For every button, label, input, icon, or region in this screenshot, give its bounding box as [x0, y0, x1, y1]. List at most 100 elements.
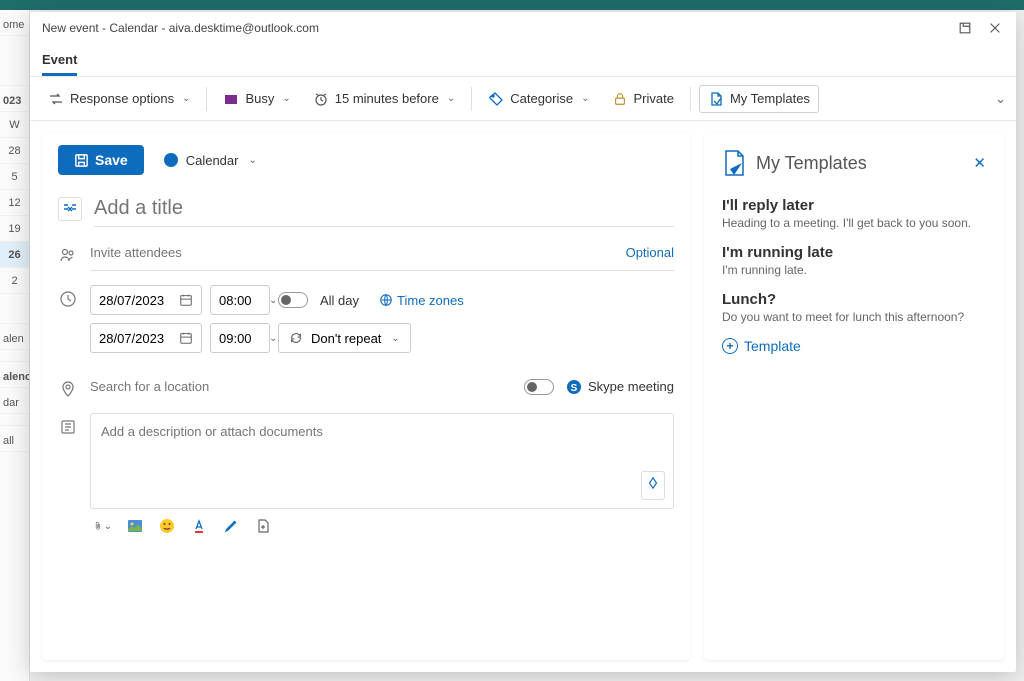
private-label: Private: [634, 91, 674, 106]
start-date-input[interactable]: [90, 285, 202, 315]
add-template-button[interactable]: + Template: [722, 338, 986, 354]
skype-meeting-label: S Skype meeting: [566, 379, 674, 395]
bg-d: 26: [0, 242, 29, 268]
reminder-button[interactable]: 15 minutes before ⌄: [305, 86, 463, 112]
chevron-down-icon: ⌄: [182, 93, 190, 104]
title-input[interactable]: [94, 195, 674, 227]
clock-icon: [58, 289, 78, 309]
bg-d: 5: [0, 164, 29, 190]
template-item-title: I'll reply later: [722, 197, 986, 214]
bg-year: 023: [0, 86, 29, 112]
bg-text: alen: [0, 324, 29, 350]
close-icon[interactable]: [986, 19, 1004, 37]
editor-actions: ⌄: [90, 509, 674, 535]
end-date-input[interactable]: [90, 323, 202, 353]
template-item-title: Lunch?: [722, 291, 986, 308]
all-day-toggle[interactable]: [278, 292, 308, 308]
insert-icon[interactable]: [254, 517, 272, 535]
skype-toggle[interactable]: [524, 379, 554, 395]
editor-expand-icon[interactable]: [641, 471, 665, 500]
lock-icon: [612, 91, 628, 107]
emoji-icon[interactable]: [158, 517, 176, 535]
repeat-select[interactable]: Don't repeat ⌄: [278, 323, 411, 353]
templates-icon: [722, 149, 746, 177]
save-button[interactable]: Save: [58, 145, 144, 175]
templates-icon: [708, 91, 724, 107]
all-day-label: All day: [320, 293, 359, 308]
background-sidebar: ome 023 W 28 5 12 19 26 2 alen alenc dar…: [0, 10, 30, 681]
busy-label: Busy: [245, 91, 274, 106]
svg-text:S: S: [571, 383, 578, 394]
template-item-body: Do you want to meet for lunch this after…: [722, 310, 986, 324]
bg-d: 28: [0, 138, 29, 164]
calendar-color-dot: [164, 153, 178, 167]
busy-icon: [223, 91, 239, 107]
title-icon[interactable]: [58, 197, 82, 221]
end-time-value[interactable]: [219, 331, 259, 346]
dialog-title-text: New event - Calendar - aiva.desktime@out…: [42, 21, 956, 35]
my-templates-button[interactable]: My Templates: [699, 85, 819, 113]
templates-close-icon[interactable]: ✕: [973, 154, 986, 172]
template-item-title: I'm running late: [722, 244, 986, 261]
templates-title: My Templates: [756, 153, 963, 174]
calendar-name: Calendar: [186, 153, 239, 168]
bg-text: alenc: [0, 362, 29, 388]
end-date-value[interactable]: [99, 331, 171, 346]
globe-icon: [379, 293, 393, 307]
skype-icon: S: [566, 379, 582, 395]
reminder-label: 15 minutes before: [335, 91, 439, 106]
people-icon: [58, 245, 78, 265]
dialog-titlebar: New event - Calendar - aiva.desktime@out…: [30, 12, 1016, 44]
tab-event[interactable]: Event: [42, 44, 77, 76]
time-zones-link[interactable]: Time zones: [379, 293, 464, 308]
calendar-picker[interactable]: Calendar ⌄: [164, 153, 257, 168]
description-input[interactable]: [101, 424, 663, 469]
busy-status-button[interactable]: Busy ⌄: [215, 86, 298, 112]
popout-icon[interactable]: [956, 19, 974, 37]
add-template-label: Template: [744, 338, 801, 354]
template-item-body: I'm running late.: [722, 263, 986, 277]
save-icon: [74, 153, 89, 168]
start-time-value[interactable]: [219, 293, 259, 308]
description-box: [90, 413, 674, 509]
bg-text: dar: [0, 388, 29, 414]
template-item[interactable]: Lunch? Do you want to meet for lunch thi…: [722, 291, 986, 324]
event-form: Save Calendar ⌄: [42, 133, 690, 660]
response-options-label: Response options: [70, 91, 174, 106]
start-time-input[interactable]: ⌄: [210, 285, 270, 315]
template-item[interactable]: I'm running late I'm running late.: [722, 244, 986, 277]
background-app-header: [0, 0, 1024, 10]
chevron-down-icon: ⌄: [581, 93, 589, 104]
location-icon: [58, 379, 78, 399]
calendar-icon: [179, 331, 193, 345]
tag-icon: [488, 91, 504, 107]
tab-row: Event: [30, 44, 1016, 77]
chevron-down-icon: ⌄: [447, 93, 455, 104]
bg-text: ome: [0, 10, 29, 36]
categorise-button[interactable]: Categorise ⌄: [480, 86, 597, 112]
end-time-input[interactable]: ⌄: [210, 323, 270, 353]
template-item-body: Heading to a meeting. I'll get back to y…: [722, 216, 986, 230]
bg-d: 12: [0, 190, 29, 216]
chevron-down-icon: ⌄: [282, 93, 290, 104]
new-event-dialog: New event - Calendar - aiva.desktime@out…: [30, 12, 1016, 672]
toolbar: Response options ⌄ Busy ⌄ 15 minutes bef…: [30, 77, 1016, 121]
bg-w: W: [0, 112, 29, 138]
font-color-icon[interactable]: [190, 517, 208, 535]
attendees-input[interactable]: [90, 241, 626, 264]
private-button[interactable]: Private: [604, 86, 682, 112]
toolbar-overflow-icon[interactable]: ⌄: [995, 91, 1006, 107]
optional-link[interactable]: Optional: [626, 245, 674, 260]
chevron-down-icon: ⌄: [269, 295, 277, 306]
response-options-button[interactable]: Response options ⌄: [40, 86, 198, 112]
bg-d: 2: [0, 268, 29, 294]
start-date-value[interactable]: [99, 293, 171, 308]
description-icon: [58, 417, 78, 437]
picture-icon[interactable]: [126, 517, 144, 535]
template-item[interactable]: I'll reply later Heading to a meeting. I…: [722, 197, 986, 230]
location-input[interactable]: [90, 375, 512, 398]
calendar-icon: [179, 293, 193, 307]
chevron-down-icon: ⌄: [391, 333, 399, 344]
attach-icon[interactable]: ⌄: [94, 517, 112, 535]
highlight-icon[interactable]: [222, 517, 240, 535]
